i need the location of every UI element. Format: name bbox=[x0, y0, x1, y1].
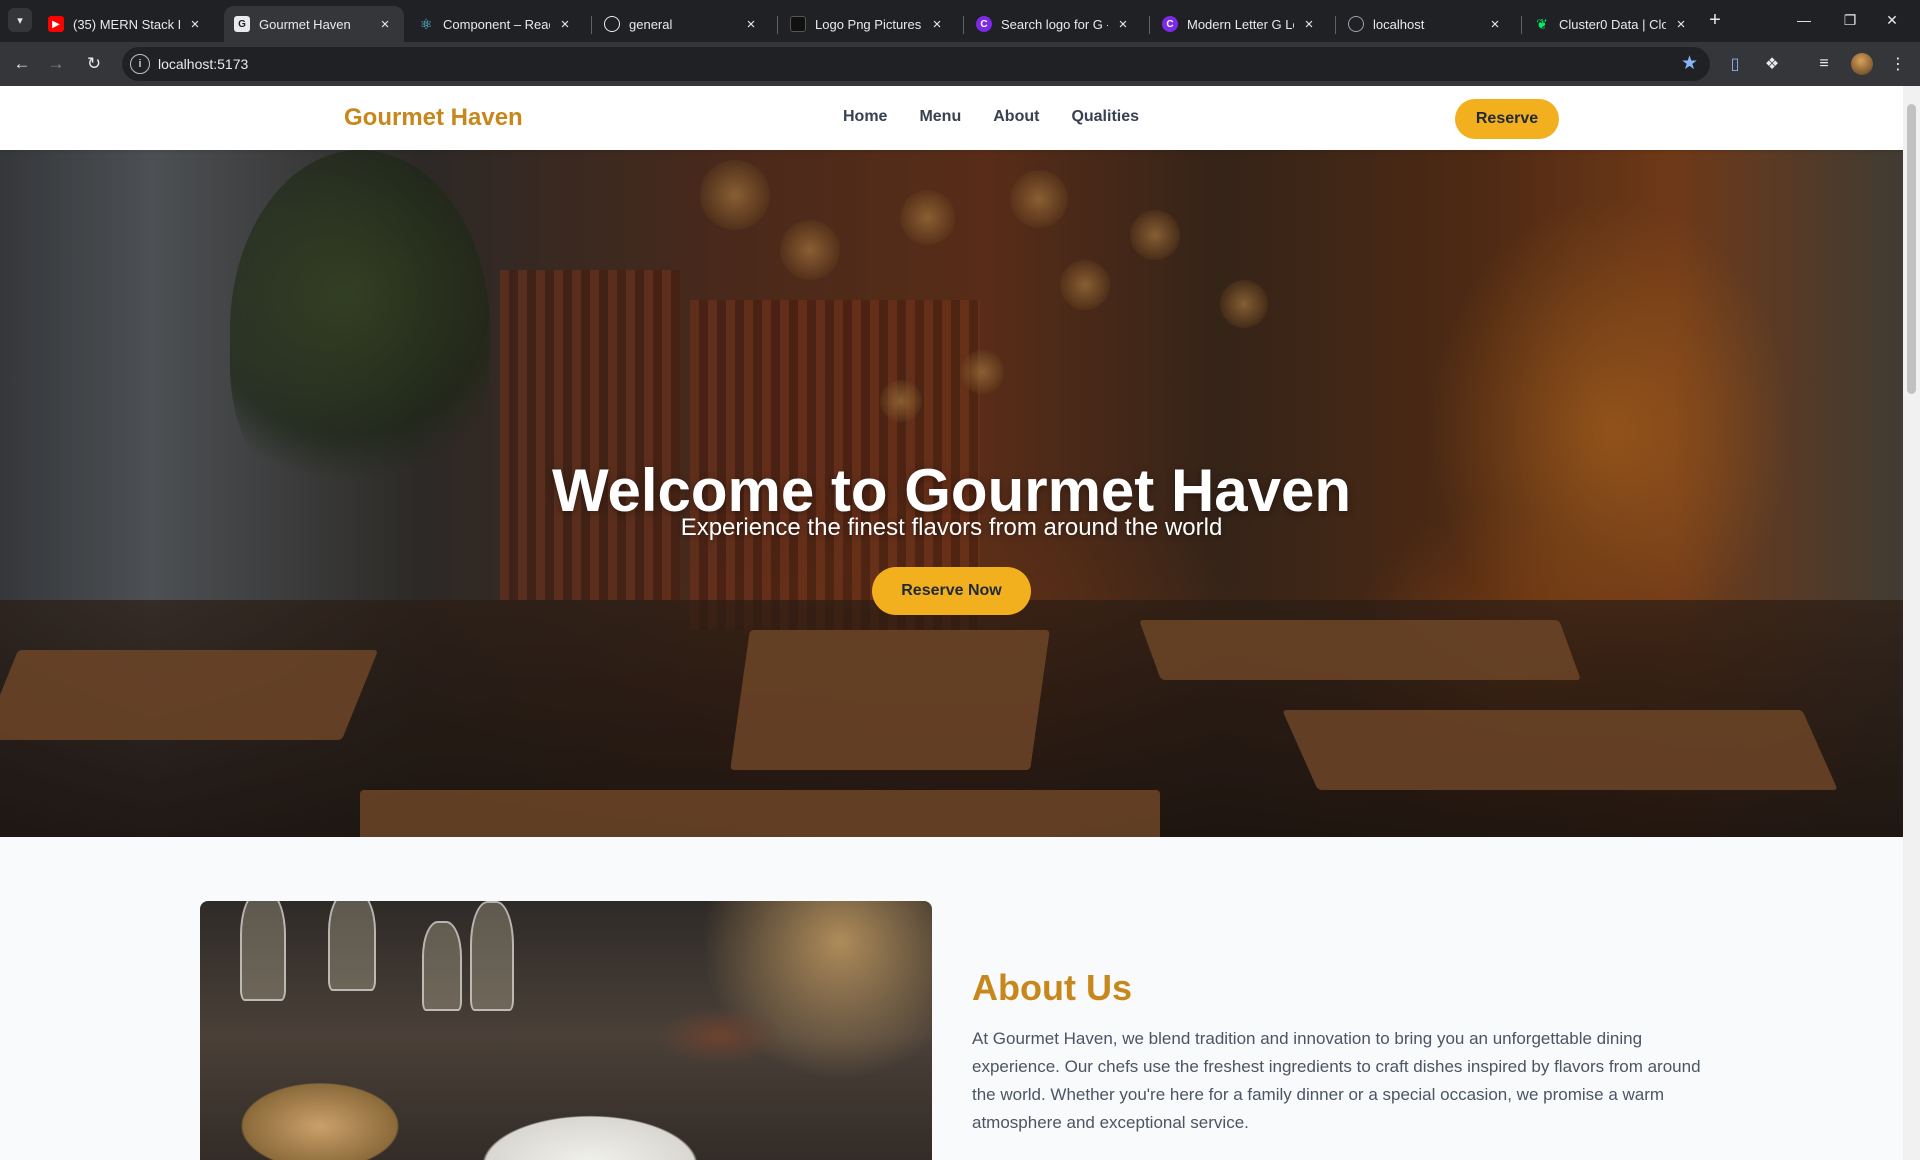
browser-menu-kebab-icon[interactable]: ⋮ bbox=[1886, 52, 1910, 76]
scrollbar-thumb[interactable] bbox=[1907, 104, 1916, 394]
youtube-icon: ▶ bbox=[48, 16, 64, 32]
close-tab-icon[interactable]: × bbox=[928, 15, 946, 33]
close-tab-icon[interactable]: × bbox=[1486, 15, 1504, 33]
reserve-button[interactable]: Reserve bbox=[1455, 99, 1559, 139]
tab-divider bbox=[591, 16, 592, 34]
close-window-icon[interactable]: ✕ bbox=[1864, 0, 1920, 40]
about-dining-image bbox=[200, 901, 932, 1160]
reload-icon[interactable]: ↻ bbox=[80, 50, 108, 78]
tab-divider bbox=[777, 16, 778, 34]
close-tab-icon[interactable]: × bbox=[742, 15, 760, 33]
close-tab-icon[interactable]: × bbox=[1672, 15, 1690, 33]
tab-search-chevron-icon[interactable]: ▾ bbox=[8, 8, 32, 32]
bookmark-star-icon[interactable]: ★ bbox=[1681, 52, 1698, 75]
openai-icon bbox=[604, 16, 620, 32]
nav-link-home[interactable]: Home bbox=[843, 108, 887, 126]
hero-subtitle: Experience the finest flavors from aroun… bbox=[680, 514, 1223, 541]
tab-divider bbox=[1149, 16, 1150, 34]
browser-tab-active[interactable]: G Gourmet Haven × bbox=[224, 6, 404, 42]
docs-extension-icon[interactable]: ▯ bbox=[1723, 52, 1747, 76]
page-viewport: Gourmet Haven Home Menu About Qualities … bbox=[0, 86, 1903, 1160]
browser-tab[interactable]: C Search logo for G - C × bbox=[966, 6, 1142, 42]
close-tab-icon[interactable]: × bbox=[1114, 15, 1132, 33]
image-icon bbox=[790, 16, 806, 32]
nav-link-qualities[interactable]: Qualities bbox=[1071, 108, 1139, 126]
browser-tab[interactable]: C Modern Letter G Log × bbox=[1152, 6, 1328, 42]
address-bar[interactable]: i localhost:5173 ★ bbox=[122, 47, 1710, 81]
reserve-now-button[interactable]: Reserve Now bbox=[872, 567, 1031, 615]
page-icon: G bbox=[234, 16, 250, 32]
browser-toolbar: ← → ↻ i localhost:5173 ★ ▯ ❖ ≡ ⋮ bbox=[0, 42, 1920, 86]
hero-section: Welcome to Gourmet Haven Experience the … bbox=[0, 150, 1903, 837]
new-tab-plus-icon[interactable]: + bbox=[1704, 9, 1726, 31]
about-description: At Gourmet Haven, we blend tradition and… bbox=[972, 1029, 1701, 1132]
nav-link-menu[interactable]: Menu bbox=[919, 108, 961, 126]
site-logo[interactable]: Gourmet Haven bbox=[344, 104, 523, 132]
browser-tab[interactable]: general × bbox=[594, 6, 770, 42]
nav-links: Home Menu About Qualities bbox=[843, 108, 1139, 126]
browser-tab-strip: ▾ ▶ (35) MERN Stack Proj × G Gourmet Hav… bbox=[0, 0, 1920, 42]
tab-divider bbox=[1335, 16, 1336, 34]
profile-avatar[interactable] bbox=[1850, 52, 1874, 76]
about-title: About Us bbox=[972, 967, 1132, 1008]
site-navbar: Gourmet Haven Home Menu About Qualities … bbox=[0, 86, 1903, 150]
browser-tab[interactable]: ❦ Cluster0 Data | Cloud × bbox=[1524, 6, 1700, 42]
media-playlist-icon[interactable]: ≡ bbox=[1812, 52, 1836, 76]
site-info-icon[interactable]: i bbox=[130, 54, 150, 74]
close-tab-icon[interactable]: × bbox=[186, 15, 204, 33]
url-text[interactable]: localhost:5173 bbox=[158, 56, 248, 72]
back-arrow-icon[interactable]: ← bbox=[8, 50, 36, 78]
browser-tab[interactable]: ▶ (35) MERN Stack Proj × bbox=[38, 6, 214, 42]
globe-icon bbox=[1348, 16, 1364, 32]
page-scrollbar[interactable] bbox=[1903, 86, 1920, 1160]
browser-tab[interactable]: localhost × bbox=[1338, 6, 1514, 42]
tab-divider bbox=[963, 16, 964, 34]
close-tab-icon[interactable]: × bbox=[1300, 15, 1318, 33]
browser-tab[interactable]: ⚛ Component – React × bbox=[408, 6, 584, 42]
close-tab-icon[interactable]: × bbox=[556, 15, 574, 33]
react-icon: ⚛ bbox=[419, 15, 433, 32]
nav-link-about[interactable]: About bbox=[993, 108, 1039, 126]
close-tab-icon[interactable]: × bbox=[376, 15, 394, 33]
mongodb-leaf-icon: ❦ bbox=[1536, 15, 1548, 32]
canva-icon: C bbox=[976, 16, 992, 32]
forward-arrow-icon[interactable]: → bbox=[42, 50, 70, 78]
tab-divider bbox=[1521, 16, 1522, 34]
browser-tab[interactable]: Logo Png Pictures | D × bbox=[780, 6, 956, 42]
about-section: About Us At Gourmet Haven, we blend trad… bbox=[0, 837, 1903, 1160]
canva-icon: C bbox=[1162, 16, 1178, 32]
extensions-puzzle-icon[interactable]: ❖ bbox=[1760, 52, 1784, 76]
